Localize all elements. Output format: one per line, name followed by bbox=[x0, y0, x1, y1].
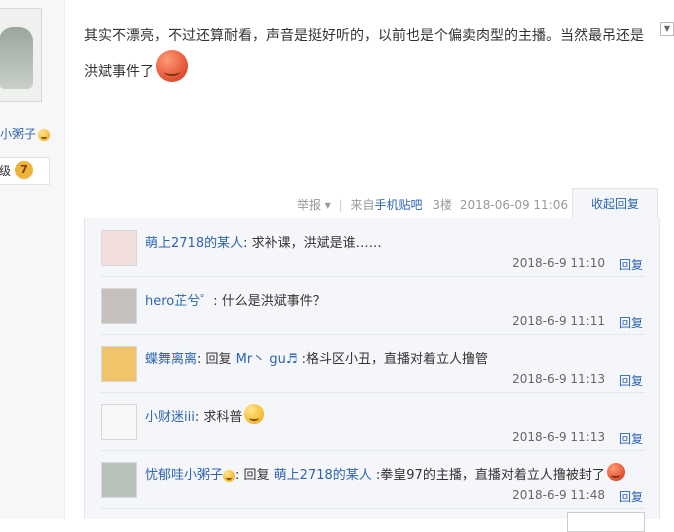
source-link[interactable]: 手机贴吧 bbox=[375, 198, 423, 212]
smile-emoji-icon bbox=[38, 128, 51, 141]
colon: : bbox=[243, 236, 252, 251]
reply-avatar[interactable] bbox=[101, 230, 137, 266]
smile-emoji-icon bbox=[223, 469, 236, 482]
reply-text: 求补课，洪斌是谁…… bbox=[251, 236, 382, 251]
reply-prefix: 回复 bbox=[243, 468, 274, 483]
post-menu-arrow-icon[interactable]: ▼ bbox=[660, 22, 674, 36]
post-text-line-2: 洪斌事件了 bbox=[84, 64, 154, 80]
reply-time: 2018-6-9 11:11 bbox=[512, 314, 605, 328]
reply-item: 蝶舞离离: 回复 Mr丶 gu♬ :格斗区小丑，直播对着立人撸管 2018-6-… bbox=[101, 334, 645, 393]
reply-time: 2018-6-9 11:48 bbox=[512, 488, 605, 502]
reply-author[interactable]: hero芷兮゜ bbox=[145, 294, 213, 309]
laugh-emoji-icon bbox=[606, 462, 625, 481]
reply-target[interactable]: Mr丶 gu♬ bbox=[236, 352, 298, 367]
reply-author[interactable]: 小财迷iii bbox=[145, 410, 195, 425]
reply-prefix: 回复 bbox=[205, 352, 236, 367]
reply-avatar[interactable] bbox=[101, 404, 137, 440]
author-name-text[interactable]: 小粥子 bbox=[0, 127, 36, 141]
reply-item: 萌上2718的某人: 求补课，洪斌是谁…… 2018-6-9 11:10 回复 bbox=[101, 218, 645, 277]
reply-item: 忧郁哇小粥子: 回复 萌上2718的某人 :拳皇97的主播，直播对着立人撸被封了… bbox=[101, 450, 645, 509]
reply-text: 求科普 bbox=[203, 410, 243, 425]
post-datetime: 2018-06-09 11:06 bbox=[459, 198, 568, 212]
floor-number: 3楼 bbox=[432, 198, 453, 212]
reply-button[interactable]: 回复 bbox=[619, 430, 643, 447]
reply-target[interactable]: 萌上2718的某人 bbox=[274, 468, 372, 483]
reply-time: 2018-6-9 11:13 bbox=[512, 430, 605, 444]
reply-author[interactable]: 萌上2718的某人 bbox=[145, 236, 243, 251]
reply-text: :拳皇97的主播，直播对着立人撸被封了 bbox=[371, 468, 605, 483]
reply-avatar[interactable] bbox=[101, 462, 137, 498]
reply-text: :格斗区小丑，直播对着立人撸管 bbox=[297, 352, 489, 367]
reply-avatar[interactable] bbox=[101, 288, 137, 324]
reply-author[interactable]: 忧郁哇小粥子 bbox=[145, 468, 223, 483]
post-meta-bar: 举报 ▾ | 来自手机贴吧 3楼 2018-06-09 11:06 收起回复 bbox=[84, 188, 658, 219]
reply-button[interactable]: 回复 bbox=[619, 372, 643, 389]
colon: : bbox=[235, 468, 244, 483]
colon: : bbox=[213, 294, 222, 309]
report-dropdown-icon[interactable]: ▾ bbox=[325, 198, 331, 212]
reply-list: 萌上2718的某人: 求补课，洪斌是谁…… 2018-6-9 11:10 回复 … bbox=[84, 218, 660, 532]
smile-emoji-icon bbox=[244, 403, 265, 424]
reply-item: 小财迷iii: 求科普 2018-6-9 11:13 回复 bbox=[101, 392, 645, 451]
collapse-replies-button[interactable]: 收起回复 bbox=[572, 188, 658, 219]
author-sidebar: 小粥子 级 7 bbox=[0, 0, 65, 519]
i-also-say-button[interactable] bbox=[567, 512, 645, 532]
report-link[interactable]: 举报 bbox=[297, 198, 321, 212]
level-box[interactable]: 级 7 bbox=[0, 157, 50, 185]
post-content: 其实不漂亮，不过还算耐看，声音是挺好听的，以前也是个偏卖肉型的主播。当然最吊还是… bbox=[84, 18, 654, 90]
level-label: 级 bbox=[0, 164, 12, 178]
reply-time: 2018-6-9 11:10 bbox=[512, 256, 605, 270]
reply-button[interactable]: 回复 bbox=[619, 314, 643, 331]
colon: : bbox=[197, 352, 206, 367]
source-prefix: 来自 bbox=[350, 198, 375, 212]
laugh-emoji-icon bbox=[156, 50, 188, 82]
reply-author[interactable]: 蝶舞离离 bbox=[145, 352, 197, 367]
post-text-line-1: 其实不漂亮，不过还算耐看，声音是挺好听的，以前也是个偏卖肉型的主播。当然最吊还是 bbox=[84, 28, 644, 44]
author-name[interactable]: 小粥子 bbox=[0, 125, 51, 142]
reply-time: 2018-6-9 11:13 bbox=[512, 372, 605, 386]
reply-avatar[interactable] bbox=[101, 346, 137, 382]
author-avatar[interactable] bbox=[0, 8, 42, 102]
reply-button[interactable]: 回复 bbox=[619, 488, 643, 505]
reply-button[interactable]: 回复 bbox=[619, 256, 643, 273]
reply-text: 什么是洪斌事件？ bbox=[221, 294, 326, 309]
meta-separator: | bbox=[338, 198, 343, 212]
level-badge-icon: 7 bbox=[15, 161, 33, 179]
reply-item: hero芷兮゜: 什么是洪斌事件？ 2018-6-9 11:11 回复 bbox=[101, 276, 645, 335]
